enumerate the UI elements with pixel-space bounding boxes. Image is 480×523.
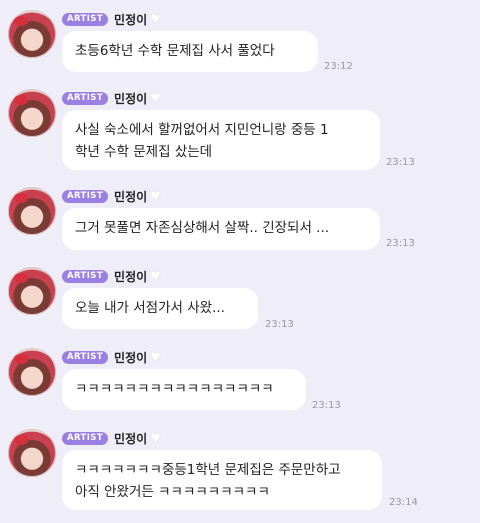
message-bubble[interactable]: 오늘 내가 서점가서 사왔... [62, 288, 258, 329]
chat-message: ARTIST 민정이 ♥ ㅋㅋㅋㅋㅋㅋㅋ중등1학년 문제집은 주문만하고 아직 … [0, 429, 480, 519]
message-text: 오늘 내가 서점가서 사왔... [75, 300, 225, 316]
message-header: ARTIST 민정이 ♥ [62, 268, 162, 284]
artist-badge: ARTIST [62, 91, 109, 105]
heart-icon: ♥ [150, 189, 161, 203]
message-text-line2: 학년 수학 문제집 샀는데 [75, 144, 213, 160]
artist-badge: ARTIST [62, 350, 109, 364]
sender-name[interactable]: 민정이 [114, 430, 147, 447]
message-time: 23:13 [265, 319, 294, 330]
sender-name[interactable]: 민정이 [114, 268, 147, 285]
chat-message: ARTIST 민정이 ♥ ㅋㅋㅋㅋㅋㅋㅋㅋㅋㅋㅋㅋㅋㅋㅋㅋ 23:13 [0, 348, 480, 418]
message-header: ARTIST 민정이 ♥ [62, 188, 162, 204]
message-time: 23:13 [386, 157, 415, 168]
message-text-line2: 아직 안왔거든 ㅋㅋㅋㅋㅋㅋㅋㅋㅋ [75, 484, 270, 500]
avatar[interactable] [8, 89, 56, 137]
chat-message: ARTIST 민정이 ♥ 초등6학년 수학 문제집 사서 풀었다 23:12 [0, 10, 480, 80]
artist-badge: ARTIST [62, 269, 109, 283]
avatar[interactable] [8, 187, 56, 235]
avatar[interactable] [8, 348, 56, 396]
heart-icon: ♥ [150, 431, 161, 445]
message-time: 23:14 [389, 497, 418, 508]
heart-icon: ♥ [150, 269, 161, 283]
message-time: 23:12 [324, 61, 353, 72]
message-bubble[interactable]: 초등6학년 수학 문제집 사서 풀었다 [62, 31, 318, 72]
message-bubble[interactable]: 사실 숙소에서 할꺼없어서 지민언니랑 중등 1 학년 수학 문제집 샀는데 [62, 110, 380, 170]
avatar[interactable] [8, 267, 56, 315]
message-text: 초등6학년 수학 문제집 사서 풀었다 [75, 43, 275, 59]
message-text: 그거 못풀면 자존심상해서 살짝.. 긴장되서 ... [75, 220, 330, 236]
message-header: ARTIST 민정이 ♥ [62, 90, 162, 106]
chat-message: ARTIST 민정이 ♥ 오늘 내가 서점가서 사왔... 23:13 [0, 267, 480, 337]
heart-icon: ♥ [150, 350, 161, 364]
artist-badge: ARTIST [62, 12, 109, 26]
sender-name[interactable]: 민정이 [114, 11, 147, 28]
message-time: 23:13 [386, 238, 415, 249]
sender-name[interactable]: 민정이 [114, 349, 147, 366]
artist-badge: ARTIST [62, 431, 109, 445]
message-header: ARTIST 민정이 ♥ [62, 11, 162, 27]
message-text: 사실 숙소에서 할꺼없어서 지민언니랑 중등 1 [75, 122, 329, 138]
heart-icon: ♥ [150, 91, 161, 105]
artist-badge: ARTIST [62, 189, 109, 203]
message-header: ARTIST 민정이 ♥ [62, 349, 162, 365]
message-bubble[interactable]: ㅋㅋㅋㅋㅋㅋㅋㅋㅋㅋㅋㅋㅋㅋㅋㅋ [62, 369, 306, 410]
message-time: 23:13 [312, 400, 341, 411]
heart-icon: ♥ [150, 12, 161, 26]
message-header: ARTIST 민정이 ♥ [62, 430, 162, 446]
avatar[interactable] [8, 10, 56, 58]
sender-name[interactable]: 민정이 [114, 90, 147, 107]
message-bubble[interactable]: ㅋㅋㅋㅋㅋㅋㅋ중등1학년 문제집은 주문만하고 아직 안왔거든 ㅋㅋㅋㅋㅋㅋㅋㅋ… [62, 450, 382, 510]
message-bubble[interactable]: 그거 못풀면 자존심상해서 살짝.. 긴장되서 ... [62, 208, 380, 250]
sender-name[interactable]: 민정이 [114, 188, 147, 205]
chat-message: ARTIST 민정이 ♥ 사실 숙소에서 할꺼없어서 지민언니랑 중등 1 학년… [0, 89, 480, 179]
chat-message: ARTIST 민정이 ♥ 그거 못풀면 자존심상해서 살짝.. 긴장되서 ...… [0, 187, 480, 257]
avatar[interactable] [8, 429, 56, 477]
message-text: ㅋㅋㅋㅋㅋㅋㅋ중등1학년 문제집은 주문만하고 [75, 462, 341, 478]
message-text: ㅋㅋㅋㅋㅋㅋㅋㅋㅋㅋㅋㅋㅋㅋㅋㅋ [75, 381, 274, 397]
